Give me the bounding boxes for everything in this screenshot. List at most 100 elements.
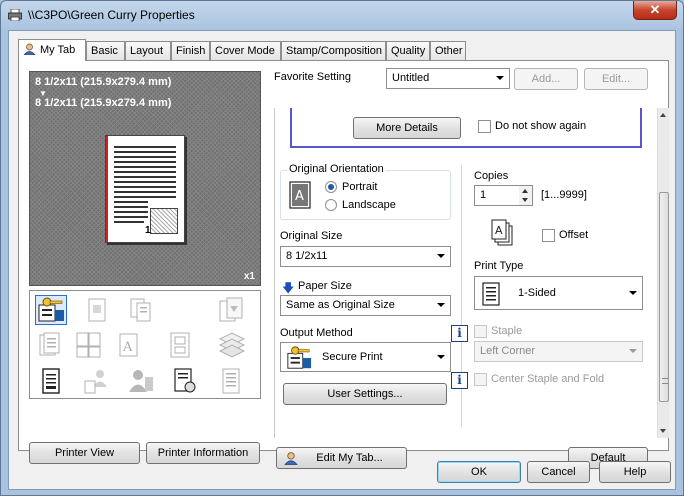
paper-size-label: Paper Size — [298, 280, 352, 292]
tab-other[interactable]: Other — [430, 41, 466, 60]
cancel-button[interactable]: Cancel — [527, 461, 590, 483]
offset-checkbox[interactable] — [542, 229, 555, 242]
chevron-down-icon — [437, 303, 445, 307]
tray-icon — [218, 332, 246, 358]
portrait-page-icon: A — [289, 181, 311, 209]
copies-input[interactable]: 1 — [474, 185, 520, 206]
info-icon[interactable]: i — [451, 372, 468, 389]
staple-checkbox[interactable] — [474, 325, 487, 338]
copies-stepper[interactable] — [519, 185, 533, 206]
title-bar: \\C3PO\Green Curry Properties ✕ — [1, 1, 683, 29]
form-icon — [170, 332, 190, 358]
tab-stamp-composition[interactable]: Stamp/Composition — [281, 41, 386, 60]
chevron-down-icon — [522, 198, 528, 202]
copies-range: [1...9999] — [541, 189, 587, 201]
landscape-radio[interactable] — [325, 199, 337, 211]
favorite-setting-value: Untitled — [392, 72, 430, 84]
booklet-icon[interactable] — [36, 367, 66, 395]
original-size-select[interactable]: 8 1/2x11 — [280, 246, 451, 267]
do-not-show-again-label: Do not show again — [495, 120, 587, 132]
scroll-up-icon[interactable] — [660, 113, 666, 117]
tab-label: Other — [435, 45, 463, 57]
printer-view-button[interactable]: Printer View — [29, 442, 140, 464]
paper-size-select[interactable]: Same as Original Size — [280, 295, 451, 316]
tab-label: Stamp/Composition — [286, 45, 382, 57]
dialog-client: My Tab Basic Layout Finish Cover Mode St… — [8, 30, 676, 490]
one-sided-page-icon — [482, 282, 500, 306]
svg-text:A: A — [295, 189, 304, 204]
font-icon: A — [119, 333, 138, 357]
account-track-icon — [129, 370, 153, 392]
printer-information-button[interactable]: Printer Information — [146, 442, 260, 464]
info-icon[interactable]: i — [451, 325, 468, 342]
settings-scrollbar[interactable] — [657, 108, 669, 438]
tab-finish[interactable]: Finish — [171, 41, 210, 60]
tab-basic[interactable]: Basic — [86, 41, 125, 60]
offset-stack-icon: A — [491, 219, 513, 246]
banner-page-icon — [222, 368, 240, 394]
original-paper-size-text: 8 1/2x11 (215.9x279.4 mm) — [35, 76, 172, 88]
my-tab-icon — [284, 452, 298, 465]
settings-page-icon[interactable] — [170, 367, 200, 395]
svg-text:A: A — [495, 224, 503, 237]
properties-window: \\C3PO\Green Curry Properties ✕ My Tab B… — [0, 0, 684, 496]
ok-button[interactable]: OK — [437, 461, 521, 483]
tab-my-tab[interactable]: My Tab — [18, 39, 86, 61]
scroll-thumb[interactable] — [659, 192, 669, 402]
close-button[interactable]: ✕ — [633, 1, 677, 20]
center-staple-label: Center Staple and Fold — [491, 373, 605, 385]
copies-value: 1 — [480, 189, 487, 201]
tab-layout[interactable]: Layout — [125, 41, 171, 60]
tab-panel-my-tab: 8 1/2x11 (215.9x279.4 mm) ▼ 8 1/2x11 (21… — [18, 60, 669, 469]
settings-scroll-area: More Details Do not show again Original … — [274, 108, 669, 438]
page-number: 1 — [145, 225, 151, 236]
tab-quality[interactable]: Quality — [386, 41, 430, 60]
staple-label: Staple — [491, 325, 523, 337]
favorite-setting-select[interactable]: Untitled — [386, 68, 510, 89]
add-favorite-button[interactable]: Add... — [514, 68, 578, 90]
edit-my-tab-label: Edit My Tab... — [316, 452, 383, 464]
page-stack-icon — [39, 332, 60, 356]
original-orientation-label: Original Orientation — [287, 163, 386, 175]
secure-print-icon — [287, 346, 312, 369]
tab-label: Quality — [391, 45, 426, 57]
copies-indicator: x1 — [243, 271, 255, 282]
edit-my-tab-button[interactable]: Edit My Tab... — [276, 447, 407, 469]
print-preview: 8 1/2x11 (215.9x279.4 mm) ▼ 8 1/2x11 (21… — [29, 71, 261, 286]
chevron-down-icon — [496, 76, 504, 80]
tab-cover-mode[interactable]: Cover Mode — [210, 41, 281, 60]
scroll-down-icon[interactable] — [660, 429, 666, 433]
landscape-label: Landscape — [342, 199, 396, 211]
edit-favorite-button[interactable]: Edit... — [584, 68, 648, 90]
staple-position-select[interactable]: Left Corner — [474, 341, 643, 362]
grip-icon — [662, 378, 668, 384]
tab-label: Cover Mode — [215, 45, 275, 57]
print-type-select[interactable]: 1-Sided — [474, 276, 643, 310]
copies-label: Copies — [474, 170, 509, 182]
printer-icon — [8, 9, 22, 21]
my-tab-icon — [23, 43, 36, 55]
window-title: \\C3PO\Green Curry Properties — [28, 8, 195, 22]
center-staple-checkbox[interactable] — [474, 373, 487, 386]
user-settings-button[interactable]: User Settings... — [283, 383, 447, 405]
chevron-up-icon — [522, 189, 528, 193]
chevron-down-icon — [437, 254, 445, 258]
svg-text:A: A — [122, 340, 133, 355]
output-method-label: Output Method — [280, 327, 353, 339]
n-up-icon — [76, 332, 101, 358]
original-size-label: Original Size — [280, 230, 343, 242]
help-button[interactable]: Help — [599, 461, 671, 483]
tab-label: Basic — [91, 45, 118, 57]
function-icon-grid: A — [29, 290, 261, 399]
secure-print-icon[interactable] — [35, 295, 67, 325]
more-details-button[interactable]: More Details — [353, 117, 461, 139]
output-method-select[interactable]: Secure Print — [280, 342, 451, 372]
user-auth-icon — [84, 370, 107, 394]
tab-label: Finish — [176, 45, 206, 57]
do-not-show-again-checkbox[interactable] — [478, 120, 491, 133]
print-type-value: 1-Sided — [518, 287, 556, 299]
portrait-label: Portrait — [342, 181, 378, 193]
staple-position-value: Left Corner — [480, 345, 536, 357]
paper-size-value: Same as Original Size — [286, 299, 395, 311]
portrait-radio[interactable] — [325, 181, 337, 193]
